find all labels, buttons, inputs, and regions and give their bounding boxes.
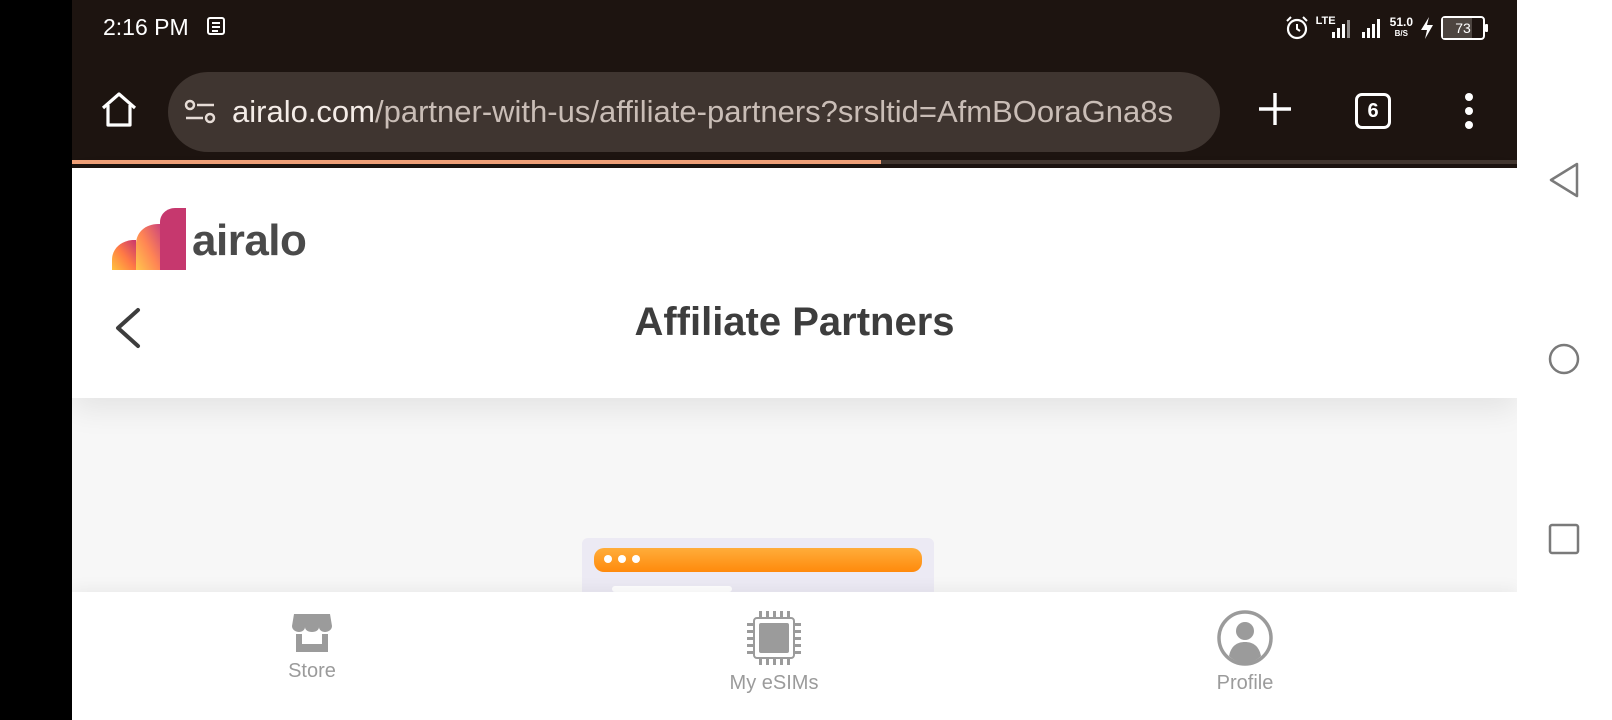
- tab-switcher-button[interactable]: 6: [1355, 93, 1391, 129]
- nav-store-label: Store: [288, 660, 336, 682]
- back-icon[interactable]: [1547, 160, 1581, 200]
- battery-level: 73: [1455, 20, 1471, 36]
- site-header: airalo Affiliate Partners: [72, 168, 1517, 398]
- network-speed: 51.0 B/S: [1389, 15, 1413, 39]
- nav-my-esims-label: My eSIMs: [729, 672, 819, 694]
- url-text[interactable]: airalo.com/partner-with-us/affiliate-par…: [232, 94, 1206, 130]
- nav-store[interactable]: Store: [232, 610, 392, 683]
- illustration-dot: [604, 555, 612, 563]
- illustration-window-bar: [594, 548, 922, 572]
- url-host: airalo.com: [232, 94, 375, 129]
- nav-my-esims[interactable]: My eSIMs: [694, 610, 854, 695]
- airalo-logo-mark: [112, 208, 186, 270]
- profile-icon: [1217, 610, 1273, 666]
- page-title: Affiliate Partners: [634, 300, 955, 344]
- airalo-logo[interactable]: airalo: [112, 206, 307, 270]
- speed-value: 51.0: [1389, 15, 1413, 29]
- store-icon: [292, 614, 332, 652]
- hero-illustration: [582, 538, 934, 618]
- address-bar[interactable]: airalo.com/partner-with-us/affiliate-par…: [168, 72, 1220, 152]
- status-bar: 2:16 PM LTE 51.0 B/S 73: [72, 0, 1517, 58]
- battery-icon: 73: [1441, 16, 1488, 40]
- status-time: 2:16 PM: [103, 14, 189, 40]
- alarm-icon: [1285, 16, 1308, 40]
- more-menu-icon[interactable]: [1464, 91, 1474, 131]
- news-icon: [207, 17, 225, 35]
- home-icon[interactable]: [99, 90, 139, 130]
- browser-toolbar: airalo.com/partner-with-us/affiliate-par…: [72, 58, 1517, 164]
- phone-screen: 2:16 PM LTE 51.0 B/S 73 airalo.com/partn…: [72, 0, 1517, 720]
- recents-icon[interactable]: [1547, 522, 1581, 556]
- nav-profile-label: Profile: [1216, 672, 1274, 694]
- nav-profile[interactable]: Profile: [1165, 610, 1325, 695]
- lte-signal-icon: LTE: [1316, 15, 1354, 41]
- system-nav-bar: [1517, 0, 1612, 720]
- url-path: /partner-with-us/affiliate-partners?srsl…: [375, 94, 1174, 129]
- site-settings-icon[interactable]: [184, 98, 216, 126]
- charging-icon: [1421, 17, 1433, 39]
- logo-text: airalo: [192, 216, 307, 265]
- speed-unit: B/S: [1394, 29, 1408, 38]
- illustration-dot: [632, 555, 640, 563]
- page-load-progress: [72, 160, 1517, 164]
- bottom-nav: Store My eSIMs Profile: [72, 592, 1517, 720]
- sim-chip-icon: [747, 611, 801, 665]
- new-tab-icon[interactable]: [1255, 89, 1295, 129]
- page-load-progress-fill: [72, 160, 882, 164]
- signal-icon: [1361, 19, 1380, 38]
- home-circle-icon[interactable]: [1547, 342, 1581, 376]
- illustration-dot: [618, 555, 626, 563]
